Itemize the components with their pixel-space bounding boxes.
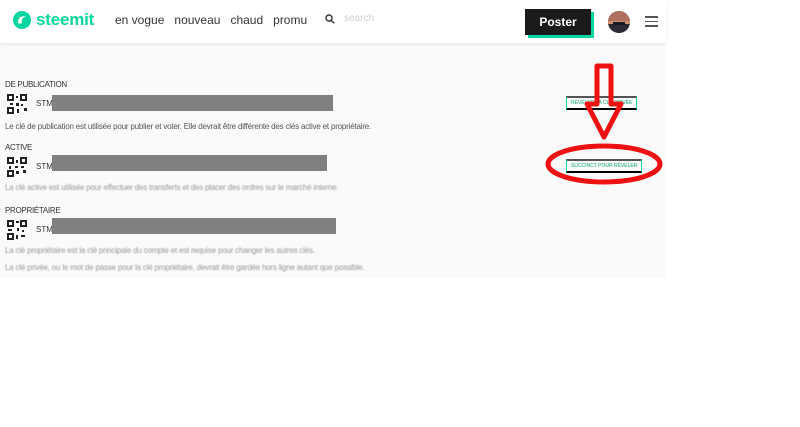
active-key-prefix: STM <box>36 162 53 171</box>
steemit-logo-icon <box>13 11 31 29</box>
owner-key-redacted <box>52 218 336 234</box>
search-box <box>325 13 464 24</box>
nav-promoted[interactable]: promu <box>273 13 307 27</box>
active-key-title: ACTIVE <box>5 143 33 152</box>
owner-key-description: La clé propriétaire est la clé principal… <box>5 246 315 255</box>
nav-new[interactable]: nouveau <box>174 13 220 27</box>
main-nav: en vogue nouveau chaud promu <box>115 13 307 27</box>
avatar-image <box>608 11 630 33</box>
avatar[interactable] <box>608 11 630 33</box>
publication-key-title: DE PUBLICATION <box>5 80 67 89</box>
steemit-logo[interactable]: steemit <box>13 10 94 30</box>
publication-reveal-button[interactable]: RÉVÉLER LA CLÉ PRIVÉE <box>566 96 638 110</box>
search-input[interactable] <box>344 13 464 24</box>
publication-key-prefix: STM <box>36 99 53 108</box>
nav-trending[interactable]: en vogue <box>115 13 164 27</box>
search-icon[interactable] <box>325 13 335 24</box>
logo-text: steemit <box>36 10 95 29</box>
qr-code-icon[interactable] <box>7 220 27 240</box>
active-key-redacted <box>52 155 327 171</box>
owner-key-note: La clé privée, ou le mot de passe pour l… <box>5 263 365 272</box>
active-key-description: La clé active est utilisée pour effectue… <box>5 183 339 192</box>
nav-hot[interactable]: chaud <box>230 13 263 27</box>
post-button[interactable]: Poster <box>525 9 591 35</box>
keys-page: steemit en vogue nouveau chaud promu Pos… <box>0 0 666 278</box>
top-header: steemit en vogue nouveau chaud promu Pos… <box>0 0 666 44</box>
publication-key-description: Le clé de publication est utilisée pour … <box>5 122 372 131</box>
qr-code-icon[interactable] <box>7 157 27 177</box>
qr-code-icon[interactable] <box>7 94 27 114</box>
menu-icon[interactable] <box>645 16 658 27</box>
owner-key-title: PROPRIÉTAIRE <box>5 206 61 215</box>
publication-key-redacted <box>52 95 333 111</box>
active-reveal-button[interactable]: SUCCINCT POUR RÉVÉLER <box>566 159 643 173</box>
owner-key-prefix: STM <box>36 225 53 234</box>
